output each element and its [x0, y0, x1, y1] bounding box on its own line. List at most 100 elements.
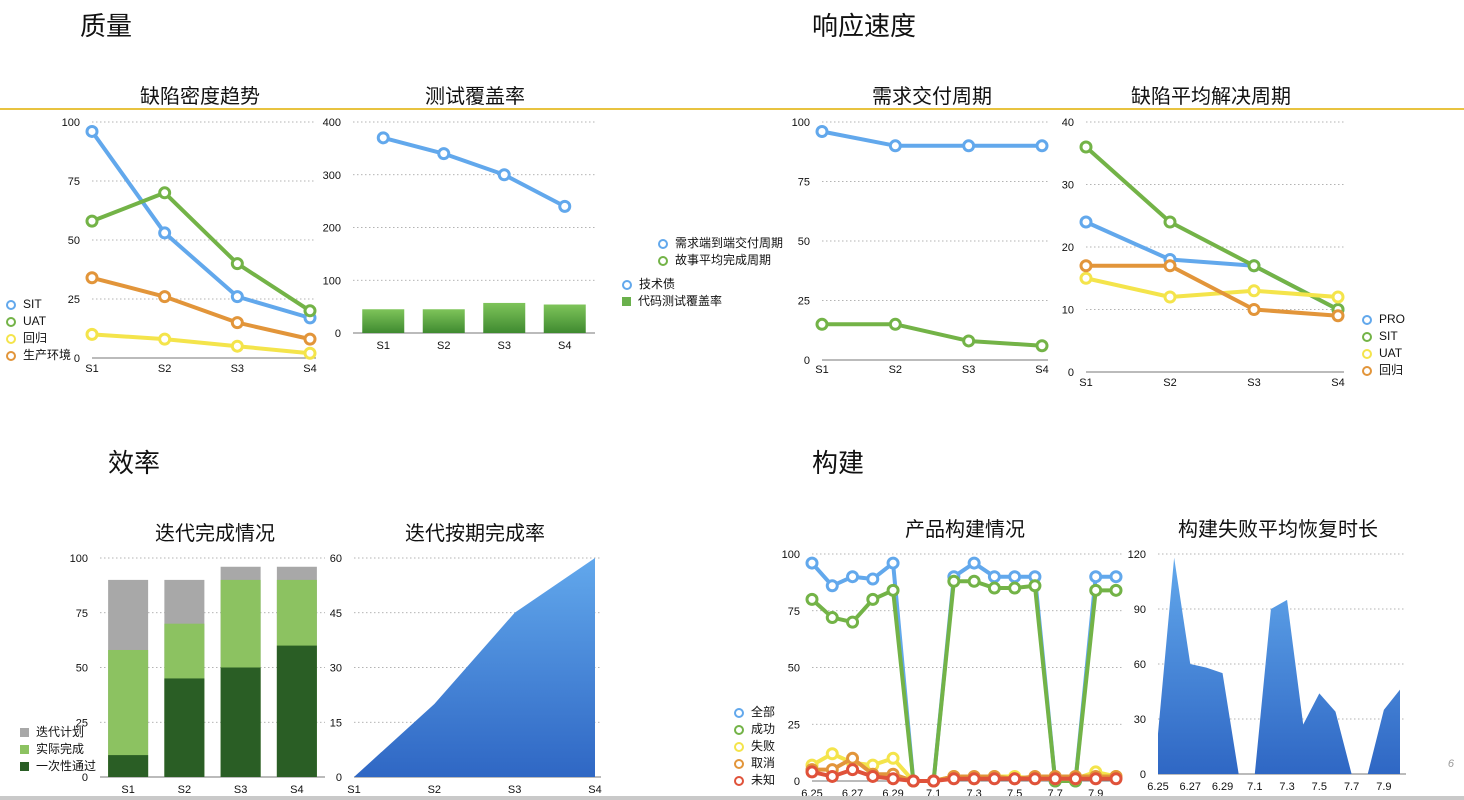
x-tick-label: S2 [158, 363, 171, 375]
x-tick-label: S3 [508, 784, 521, 796]
legend-item-sit[interactable]: SIT [6, 296, 71, 313]
x-tick-label: S2 [428, 784, 441, 796]
series-line [91, 332, 311, 356]
data-point [1048, 772, 1062, 786]
x-tick-label: 7.1 [1247, 781, 1262, 793]
data-point [846, 751, 860, 765]
chart-title-iteration-completion: 迭代完成情况 [155, 521, 275, 545]
x-tick-label: S2 [178, 784, 191, 796]
y-tick-label: 200 [323, 223, 341, 235]
data-point [1079, 140, 1093, 154]
x-tick-label: S3 [498, 340, 511, 352]
legend-item-pro[interactable]: PRO [1362, 311, 1405, 328]
legend-iteration-completion: 迭代计划 实际完成 一次性通过 [20, 724, 96, 775]
data-point [947, 772, 961, 786]
x-tick-label: S3 [962, 364, 975, 376]
data-point [886, 556, 900, 570]
data-point [805, 556, 819, 570]
y-tick-label: 50 [76, 663, 88, 675]
legend-item-all[interactable]: 全部 [734, 704, 775, 721]
bar-2-0 [108, 755, 149, 777]
data-point [1163, 290, 1177, 304]
y-tick-label: 25 [798, 296, 810, 308]
data-point [906, 774, 920, 788]
data-point [888, 317, 902, 331]
x-tick-label: 7.9 [1376, 781, 1391, 793]
data-point [158, 186, 172, 200]
legend-item-regression[interactable]: 回归 [6, 330, 71, 347]
data-point [815, 317, 829, 331]
data-point [1089, 772, 1103, 786]
chart-title-ontime-rate: 迭代按期完成率 [405, 521, 545, 545]
data-point [967, 772, 981, 786]
x-tick-label: 7.5 [1312, 781, 1327, 793]
section-title-quality: 质量 [80, 12, 133, 42]
legend-item-e2e-delivery[interactable]: 需求端到端交付周期 [658, 235, 783, 252]
data-point [85, 327, 99, 341]
series-line [382, 135, 566, 209]
x-tick-label: S3 [234, 784, 247, 796]
legend-item-success[interactable]: 成功 [734, 721, 775, 738]
page-number: 6 [1447, 758, 1454, 770]
x-tick-label: S4 [1331, 377, 1344, 389]
data-point [1028, 579, 1042, 593]
data-point [303, 304, 317, 318]
data-point [846, 763, 860, 777]
bottom-bar [0, 796, 1464, 800]
section-title-build: 构建 [812, 449, 865, 479]
data-point [1068, 772, 1082, 786]
legend-item-tech-debt[interactable]: 技术债 [622, 276, 722, 293]
coverage-bar [362, 309, 405, 333]
legend-item-plan[interactable]: 迭代计划 [20, 724, 96, 741]
data-point [962, 139, 976, 153]
y-tick-label: 10 [1062, 305, 1074, 317]
data-point [1247, 303, 1261, 316]
data-point [825, 747, 839, 761]
legend-item-unknown[interactable]: 未知 [734, 772, 775, 789]
data-point [230, 339, 244, 353]
y-tick-label: 30 [1134, 714, 1146, 726]
y-tick-label: 40 [1062, 117, 1074, 129]
data-point [85, 124, 99, 138]
y-tick-label: 100 [70, 553, 88, 565]
data-point [497, 168, 511, 182]
area-series [1158, 557, 1400, 774]
data-point [1035, 339, 1049, 353]
y-tick-label: 0 [336, 772, 342, 784]
data-point [927, 774, 941, 788]
legend-marker-icon [1362, 348, 1372, 359]
data-point [85, 214, 99, 228]
legend-item-regression[interactable]: 回归 [1362, 362, 1405, 379]
data-point [1008, 581, 1022, 595]
legend-item-code-coverage[interactable]: 代码测试覆盖率 [622, 293, 722, 310]
data-point [825, 769, 839, 783]
data-point [158, 226, 172, 240]
y-tick-label: 0 [74, 353, 80, 365]
data-point [962, 334, 976, 348]
y-tick-label: 75 [788, 606, 800, 618]
x-tick-label: S2 [437, 340, 450, 352]
legend-item-story-cycle[interactable]: 故事平均完成周期 [658, 252, 783, 269]
legend-item-actual[interactable]: 实际完成 [20, 741, 96, 758]
legend-marker-icon [734, 758, 744, 769]
legend-marker-icon [658, 238, 668, 249]
x-tick-label: S1 [1079, 377, 1092, 389]
y-tick-label: 0 [794, 776, 800, 788]
y-tick-label: 0 [335, 328, 341, 340]
series-line [821, 129, 1042, 148]
y-tick-label: 60 [330, 553, 342, 565]
x-tick-label: 6.27 [1180, 781, 1201, 793]
legend-item-uat[interactable]: UAT [6, 313, 71, 330]
legend-item-production[interactable]: 生产环境 [6, 347, 71, 364]
data-point [303, 346, 317, 360]
legend-swatch-icon [20, 745, 29, 754]
legend-item-fail[interactable]: 失败 [734, 738, 775, 755]
legend-item-uat[interactable]: UAT [1362, 345, 1405, 362]
series-line [91, 190, 312, 313]
data-point [1035, 139, 1049, 153]
legend-item-sit[interactable]: SIT [1362, 328, 1405, 345]
y-tick-label: 90 [1134, 604, 1146, 616]
legend-item-cancel[interactable]: 取消 [734, 755, 775, 772]
legend-item-first-pass[interactable]: 一次性通过 [20, 758, 96, 775]
data-point [866, 769, 880, 783]
